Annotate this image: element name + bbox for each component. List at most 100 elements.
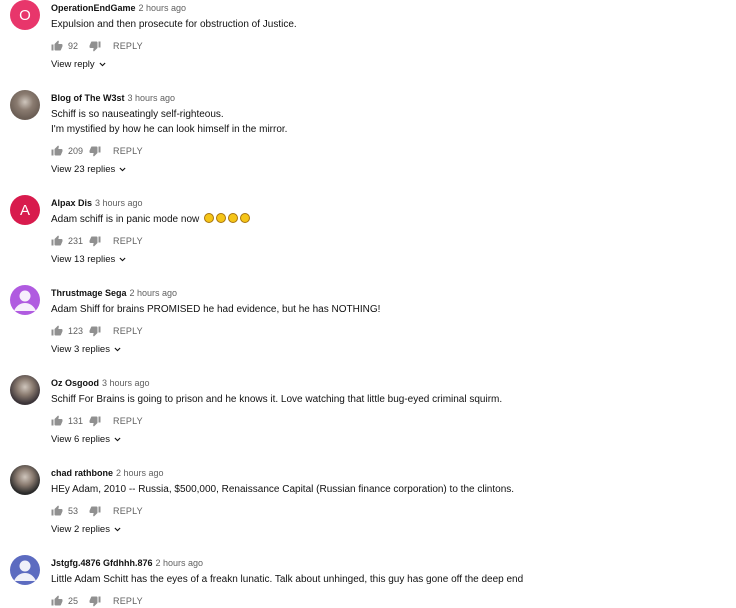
comment-text-content: Adam schiff is in panic mode now: [51, 214, 200, 225]
view-replies-button[interactable]: View 3 replies: [51, 344, 122, 355]
timestamp[interactable]: 2 hours ago: [139, 3, 187, 13]
comment-text-line: I'm mystified by how he can look himself…: [51, 122, 287, 137]
like-button[interactable]: [51, 40, 63, 52]
timestamp[interactable]: 2 hours ago: [116, 468, 164, 478]
like-button[interactable]: [51, 145, 63, 157]
thumbs-up-icon: [51, 235, 63, 246]
comment-text-content: I'm mystified by how he can look himself…: [51, 124, 288, 135]
author-name[interactable]: Alpax Dis: [51, 198, 92, 208]
chevron-down-icon: [115, 255, 127, 264]
comment-text-content: HEy Adam, 2010 -- Russia, $500,000, Rena…: [51, 484, 515, 495]
author-name[interactable]: chad rathbone: [51, 468, 113, 478]
comment-actions: 131 REPLY: [51, 414, 143, 428]
comment-text-content: Schiff For Brains is going to prison and…: [51, 394, 503, 405]
dislike-button[interactable]: [89, 145, 101, 157]
thumbs-down-icon: [89, 506, 101, 517]
author-name[interactable]: OperationEndGame: [51, 3, 136, 13]
like-count: 123: [68, 326, 84, 336]
like-button[interactable]: [51, 325, 63, 337]
dislike-button[interactable]: [89, 595, 101, 607]
view-replies-label: View reply: [51, 59, 95, 70]
like-button[interactable]: [51, 595, 63, 607]
comment-header: chad rathbone 2 hours ago: [51, 467, 164, 479]
author-name[interactable]: Jstgfg.4876 Gfdhhh.876: [51, 558, 153, 568]
like-button[interactable]: [51, 235, 63, 247]
reply-button[interactable]: REPLY: [113, 41, 143, 51]
timestamp[interactable]: 3 hours ago: [95, 198, 143, 208]
comment-header: Blog of The W3st 3 hours ago: [51, 92, 175, 104]
thumbs-down-icon: [89, 41, 101, 52]
comment-text-content: Adam Shiff for brains PROMISED he had ev…: [51, 304, 381, 315]
dislike-button[interactable]: [89, 40, 101, 52]
reply-button[interactable]: REPLY: [113, 146, 143, 156]
view-replies-button[interactable]: View 13 replies: [51, 254, 127, 265]
comment-text: Adam schiff is in panic mode now: [51, 212, 251, 227]
view-replies-label: View 2 replies: [51, 524, 110, 535]
comment-header: OperationEndGame 2 hours ago: [51, 2, 186, 14]
thumbs-up-icon: [51, 415, 63, 426]
avatar[interactable]: [10, 90, 40, 120]
dislike-button[interactable]: [89, 235, 101, 247]
view-replies-label: View 6 replies: [51, 434, 110, 445]
chevron-down-icon: [110, 345, 122, 354]
timestamp[interactable]: 3 hours ago: [128, 93, 176, 103]
avatar[interactable]: O: [10, 0, 40, 30]
thumbs-up-icon: [51, 595, 63, 606]
thumbs-down-icon: [89, 146, 101, 157]
author-name[interactable]: Thrustmage Sega: [51, 288, 127, 298]
comment-text-content: Schiff is so nauseatingly self-righteous…: [51, 109, 224, 120]
laughing-emoji-icon: [240, 213, 251, 223]
laughing-emoji-icon: [216, 213, 227, 223]
reply-button[interactable]: REPLY: [113, 506, 143, 516]
comment-text-content: Expulsion and then prosecute for obstruc…: [51, 19, 297, 30]
comment-text-content: Little Adam Schitt has the eyes of a fre…: [51, 574, 524, 585]
reply-button[interactable]: REPLY: [113, 236, 143, 246]
avatar[interactable]: [10, 465, 40, 495]
chevron-down-icon: [95, 60, 107, 69]
view-replies-button[interactable]: View 23 replies: [51, 164, 127, 175]
thumbs-up-icon: [51, 325, 63, 336]
like-button[interactable]: [51, 415, 63, 427]
view-replies-button[interactable]: View reply: [51, 59, 107, 70]
chevron-down-icon: [115, 165, 127, 174]
reply-button[interactable]: REPLY: [113, 416, 143, 426]
comment-text: Expulsion and then prosecute for obstruc…: [51, 17, 297, 32]
avatar-letter: O: [19, 6, 31, 24]
view-replies-button[interactable]: View 6 replies: [51, 434, 122, 445]
like-count: 131: [68, 416, 84, 426]
timestamp[interactable]: 3 hours ago: [102, 378, 150, 388]
comment-header: Jstgfg.4876 Gfdhhh.876 2 hours ago: [51, 557, 203, 569]
author-name[interactable]: Oz Osgood: [51, 378, 99, 388]
avatar[interactable]: A: [10, 195, 40, 225]
dislike-button[interactable]: [89, 505, 101, 517]
chevron-down-icon: [110, 435, 122, 444]
view-replies-button[interactable]: View 2 replies: [51, 524, 122, 535]
author-name[interactable]: Blog of The W3st: [51, 93, 125, 103]
comment-text: Little Adam Schitt has the eyes of a fre…: [51, 572, 523, 587]
comment-header: Thrustmage Sega 2 hours ago: [51, 287, 177, 299]
view-replies-label: View 3 replies: [51, 344, 110, 355]
avatar[interactable]: [10, 285, 40, 315]
laughing-emoji-icon: [204, 213, 215, 223]
comment-text-line: Adam schiff is in panic mode now: [51, 212, 251, 227]
reply-button[interactable]: REPLY: [113, 596, 143, 606]
timestamp[interactable]: 2 hours ago: [156, 558, 204, 568]
comment-text-line: Adam Shiff for brains PROMISED he had ev…: [51, 302, 380, 317]
thumbs-down-icon: [89, 596, 101, 607]
comment-text-line: Schiff For Brains is going to prison and…: [51, 392, 502, 407]
dislike-button[interactable]: [89, 325, 101, 337]
comment-actions: 123 REPLY: [51, 324, 143, 338]
thumbs-down-icon: [89, 416, 101, 427]
avatar[interactable]: [10, 375, 40, 405]
reply-button[interactable]: REPLY: [113, 326, 143, 336]
avatar[interactable]: [10, 555, 40, 585]
comment-actions: 209 REPLY: [51, 144, 143, 158]
dislike-button[interactable]: [89, 415, 101, 427]
thumbs-up-icon: [51, 40, 63, 51]
like-button[interactable]: [51, 505, 63, 517]
timestamp[interactable]: 2 hours ago: [130, 288, 178, 298]
thumbs-up-icon: [51, 505, 63, 516]
comment-text: HEy Adam, 2010 -- Russia, $500,000, Rena…: [51, 482, 514, 497]
comment-actions: 25 REPLY: [51, 594, 143, 608]
like-count: 209: [68, 146, 84, 156]
